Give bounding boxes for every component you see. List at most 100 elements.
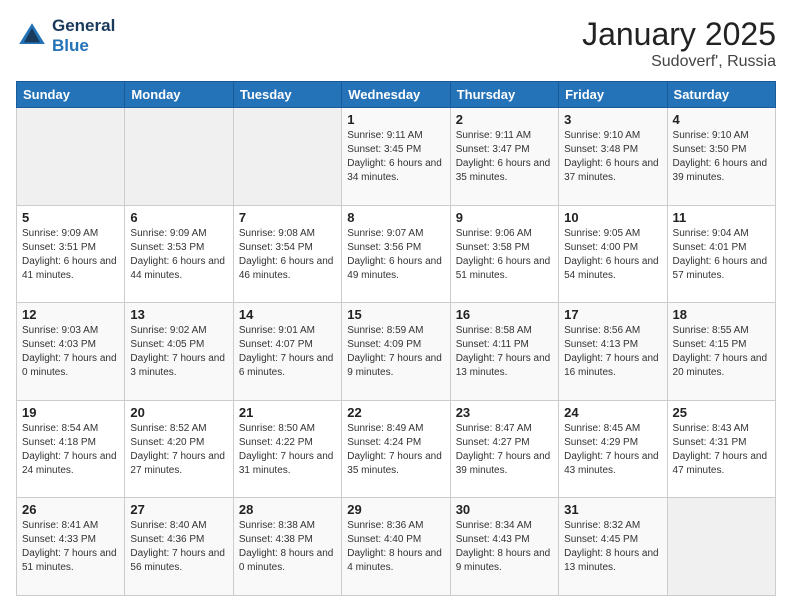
calendar-cell: 16 Sunrise: 8:58 AM Sunset: 4:11 PM Dayli…: [450, 303, 558, 401]
calendar-cell: [233, 108, 341, 206]
calendar-cell: 7Sunrise: 9:08 AM Sunset: 3:54 PM Daylig…: [233, 205, 341, 303]
calendar-header-thursday: Thursday: [450, 82, 558, 108]
day-info: Sunrise: 8:34 AM Sunset: 4:43 PM Dayligh…: [456, 519, 553, 575]
calendar-cell: 24 Sunrise: 8:45 AM Sunset: 4:29 PM Dayli…: [559, 400, 667, 498]
calendar-week-row: 12 Sunrise: 9:03 AM Sunset: 4:03 PM Dayli…: [17, 303, 776, 401]
day-info: Sunrise: 9:04 AM Sunset: 4:01 PM Dayligh…: [673, 227, 770, 283]
day-number: 30: [456, 502, 553, 517]
header: General Blue January 2025 Sudoverf', Rus…: [16, 16, 776, 71]
calendar-cell: 8 Sunrise: 9:07 AM Sunset: 3:56 PM Daylig…: [342, 205, 450, 303]
day-info: Sunrise: 9:10 AM Sunset: 3:50 PM Dayligh…: [673, 129, 770, 185]
day-info: Sunrise: 9:02 AM Sunset: 4:05 PM Dayligh…: [130, 324, 227, 380]
calendar-cell: 12 Sunrise: 9:03 AM Sunset: 4:03 PM Dayli…: [17, 303, 125, 401]
day-info: Sunrise: 8:56 AM Sunset: 4:13 PM Dayligh…: [564, 324, 661, 380]
calendar-cell: 22 Sunrise: 8:49 AM Sunset: 4:24 PM Dayli…: [342, 400, 450, 498]
calendar-week-row: 5Sunrise: 9:09 AM Sunset: 3:51 PM Daylig…: [17, 205, 776, 303]
calendar-cell: 18Sunrise: 8:55 AM Sunset: 4:15 PM Dayli…: [667, 303, 775, 401]
day-info: Sunrise: 9:11 AM Sunset: 3:45 PM Dayligh…: [347, 129, 444, 185]
calendar-cell: [17, 108, 125, 206]
calendar-cell: 15Sunrise: 8:59 AM Sunset: 4:09 PM Dayli…: [342, 303, 450, 401]
calendar-cell: 23Sunrise: 8:47 AM Sunset: 4:27 PM Dayli…: [450, 400, 558, 498]
day-info: Sunrise: 8:43 AM Sunset: 4:31 PM Dayligh…: [673, 422, 770, 478]
day-info: Sunrise: 8:47 AM Sunset: 4:27 PM Dayligh…: [456, 422, 553, 478]
day-info: Sunrise: 8:50 AM Sunset: 4:22 PM Dayligh…: [239, 422, 336, 478]
day-number: 25: [673, 405, 770, 420]
day-number: 2: [456, 112, 553, 127]
day-info: Sunrise: 9:03 AM Sunset: 4:03 PM Dayligh…: [22, 324, 119, 380]
calendar-cell: 31 Sunrise: 8:32 AM Sunset: 4:45 PM Dayli…: [559, 498, 667, 596]
calendar-cell: 21 Sunrise: 8:50 AM Sunset: 4:22 PM Dayli…: [233, 400, 341, 498]
day-number: 1: [347, 112, 444, 127]
day-number: 13: [130, 307, 227, 322]
day-info: Sunrise: 8:58 AM Sunset: 4:11 PM Dayligh…: [456, 324, 553, 380]
calendar-cell: 11 Sunrise: 9:04 AM Sunset: 4:01 PM Dayli…: [667, 205, 775, 303]
day-number: 3: [564, 112, 661, 127]
day-info: Sunrise: 8:59 AM Sunset: 4:09 PM Dayligh…: [347, 324, 444, 380]
day-number: 16: [456, 307, 553, 322]
calendar-cell: [125, 108, 233, 206]
calendar-cell: 5Sunrise: 9:09 AM Sunset: 3:51 PM Daylig…: [17, 205, 125, 303]
title-block: January 2025 Sudoverf', Russia: [582, 16, 776, 71]
location: Sudoverf', Russia: [582, 53, 776, 71]
day-info: Sunrise: 8:55 AM Sunset: 4:15 PM Dayligh…: [673, 324, 770, 380]
calendar-cell: 9 Sunrise: 9:06 AM Sunset: 3:58 PM Daylig…: [450, 205, 558, 303]
calendar-cell: 28 Sunrise: 8:38 AM Sunset: 4:38 PM Dayli…: [233, 498, 341, 596]
day-number: 5: [22, 210, 119, 225]
calendar-cell: 17 Sunrise: 8:56 AM Sunset: 4:13 PM Dayli…: [559, 303, 667, 401]
day-number: 8: [347, 210, 444, 225]
logo-icon: [16, 20, 48, 52]
day-info: Sunrise: 9:10 AM Sunset: 3:48 PM Dayligh…: [564, 129, 661, 185]
day-info: Sunrise: 8:52 AM Sunset: 4:20 PM Dayligh…: [130, 422, 227, 478]
day-info: Sunrise: 8:32 AM Sunset: 4:45 PM Dayligh…: [564, 519, 661, 575]
calendar-header-monday: Monday: [125, 82, 233, 108]
calendar-table: SundayMondayTuesdayWednesdayThursdayFrid…: [16, 81, 776, 596]
day-number: 26: [22, 502, 119, 517]
day-number: 12: [22, 307, 119, 322]
day-info: Sunrise: 8:45 AM Sunset: 4:29 PM Dayligh…: [564, 422, 661, 478]
calendar-cell: 27Sunrise: 8:40 AM Sunset: 4:36 PM Dayli…: [125, 498, 233, 596]
logo: General Blue: [16, 16, 115, 55]
calendar-header-tuesday: Tuesday: [233, 82, 341, 108]
calendar-week-row: 1 Sunrise: 9:11 AM Sunset: 3:45 PM Daylig…: [17, 108, 776, 206]
day-info: Sunrise: 8:54 AM Sunset: 4:18 PM Dayligh…: [22, 422, 119, 478]
calendar-cell: 19 Sunrise: 8:54 AM Sunset: 4:18 PM Dayli…: [17, 400, 125, 498]
day-number: 31: [564, 502, 661, 517]
day-info: Sunrise: 9:01 AM Sunset: 4:07 PM Dayligh…: [239, 324, 336, 380]
day-info: Sunrise: 8:49 AM Sunset: 4:24 PM Dayligh…: [347, 422, 444, 478]
calendar-cell: 26Sunrise: 8:41 AM Sunset: 4:33 PM Dayli…: [17, 498, 125, 596]
calendar-header-friday: Friday: [559, 82, 667, 108]
day-number: 6: [130, 210, 227, 225]
month-title: January 2025: [582, 16, 776, 53]
day-info: Sunrise: 9:05 AM Sunset: 4:00 PM Dayligh…: [564, 227, 661, 283]
day-number: 28: [239, 502, 336, 517]
calendar-cell: 10Sunrise: 9:05 AM Sunset: 4:00 PM Dayli…: [559, 205, 667, 303]
day-number: 22: [347, 405, 444, 420]
day-info: Sunrise: 9:06 AM Sunset: 3:58 PM Dayligh…: [456, 227, 553, 283]
calendar-cell: 29Sunrise: 8:36 AM Sunset: 4:40 PM Dayli…: [342, 498, 450, 596]
day-number: 24: [564, 405, 661, 420]
calendar-cell: 14Sunrise: 9:01 AM Sunset: 4:07 PM Dayli…: [233, 303, 341, 401]
calendar-cell: 2 Sunrise: 9:11 AM Sunset: 3:47 PM Daylig…: [450, 108, 558, 206]
calendar-cell: 1 Sunrise: 9:11 AM Sunset: 3:45 PM Daylig…: [342, 108, 450, 206]
day-info: Sunrise: 8:36 AM Sunset: 4:40 PM Dayligh…: [347, 519, 444, 575]
day-number: 11: [673, 210, 770, 225]
day-number: 21: [239, 405, 336, 420]
day-info: Sunrise: 9:07 AM Sunset: 3:56 PM Dayligh…: [347, 227, 444, 283]
day-number: 19: [22, 405, 119, 420]
day-info: Sunrise: 9:11 AM Sunset: 3:47 PM Dayligh…: [456, 129, 553, 185]
day-number: 27: [130, 502, 227, 517]
calendar-header-wednesday: Wednesday: [342, 82, 450, 108]
page: General Blue January 2025 Sudoverf', Rus…: [0, 0, 792, 612]
day-number: 20: [130, 405, 227, 420]
day-info: Sunrise: 8:38 AM Sunset: 4:38 PM Dayligh…: [239, 519, 336, 575]
day-number: 7: [239, 210, 336, 225]
calendar-week-row: 19 Sunrise: 8:54 AM Sunset: 4:18 PM Dayli…: [17, 400, 776, 498]
calendar-week-row: 26Sunrise: 8:41 AM Sunset: 4:33 PM Dayli…: [17, 498, 776, 596]
day-number: 9: [456, 210, 553, 225]
day-number: 17: [564, 307, 661, 322]
day-info: Sunrise: 9:09 AM Sunset: 3:53 PM Dayligh…: [130, 227, 227, 283]
day-number: 4: [673, 112, 770, 127]
calendar-cell: 3 Sunrise: 9:10 AM Sunset: 3:48 PM Daylig…: [559, 108, 667, 206]
calendar-cell: 20 Sunrise: 8:52 AM Sunset: 4:20 PM Dayli…: [125, 400, 233, 498]
calendar-cell: 30 Sunrise: 8:34 AM Sunset: 4:43 PM Dayli…: [450, 498, 558, 596]
